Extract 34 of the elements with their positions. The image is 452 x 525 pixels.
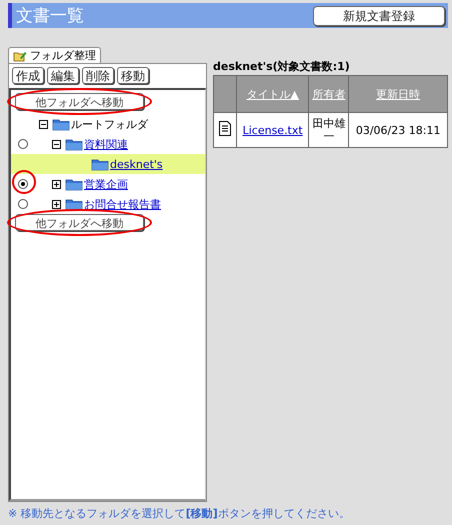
- toolbar-button[interactable]: 移動: [117, 67, 149, 84]
- folder-link[interactable]: 資料関連: [84, 136, 128, 152]
- radio-button[interactable]: [18, 139, 28, 149]
- move-to-folder-button[interactable]: 他フォルダへ移動: [15, 214, 144, 231]
- radio-button[interactable]: [18, 179, 28, 189]
- folder-icon: [65, 178, 83, 190]
- folder-icon: [65, 138, 83, 150]
- folder-tab[interactable]: フォルダ整理: [8, 47, 101, 63]
- toolbar-button[interactable]: 削除: [82, 67, 114, 84]
- folder-icon: [91, 158, 109, 170]
- expand-icon[interactable]: [52, 180, 61, 188]
- instruction-note: ※ 移動先となるフォルダを選択して[移動]ボタンを押してください。: [8, 506, 351, 522]
- toolbar-button[interactable]: 作成: [12, 67, 44, 84]
- folder-icon: [65, 198, 83, 210]
- highlight-ring: [12, 170, 36, 194]
- folder-heading: desknet's(対象文書数:1): [213, 59, 351, 74]
- move-to-folder-button[interactable]: 他フォルダへ移動: [15, 93, 144, 110]
- folder-label: ルートフォルダ: [71, 116, 148, 132]
- folder-link[interactable]: お問合せ報告書: [84, 196, 161, 212]
- collapse-icon[interactable]: [39, 120, 48, 128]
- collapse-icon[interactable]: [52, 140, 61, 148]
- radio-button[interactable]: [18, 199, 28, 209]
- table-cell: 田中雄一: [308, 112, 349, 148]
- document-link[interactable]: License.txt: [242, 124, 303, 136]
- expand-icon[interactable]: [52, 200, 61, 208]
- new-document-button[interactable]: 新規文書登録: [313, 6, 445, 26]
- folder-edit-icon: [13, 50, 27, 62]
- page-title: 文書一覧: [16, 5, 84, 27]
- folder-link[interactable]: desknet's: [110, 158, 163, 170]
- document-icon: [219, 121, 231, 136]
- table-cell: 03/06/23 18:11: [348, 112, 448, 148]
- folder-link[interactable]: 営業企画: [84, 176, 128, 192]
- toolbar-button[interactable]: 編集: [47, 67, 79, 84]
- folder-icon: [52, 118, 70, 130]
